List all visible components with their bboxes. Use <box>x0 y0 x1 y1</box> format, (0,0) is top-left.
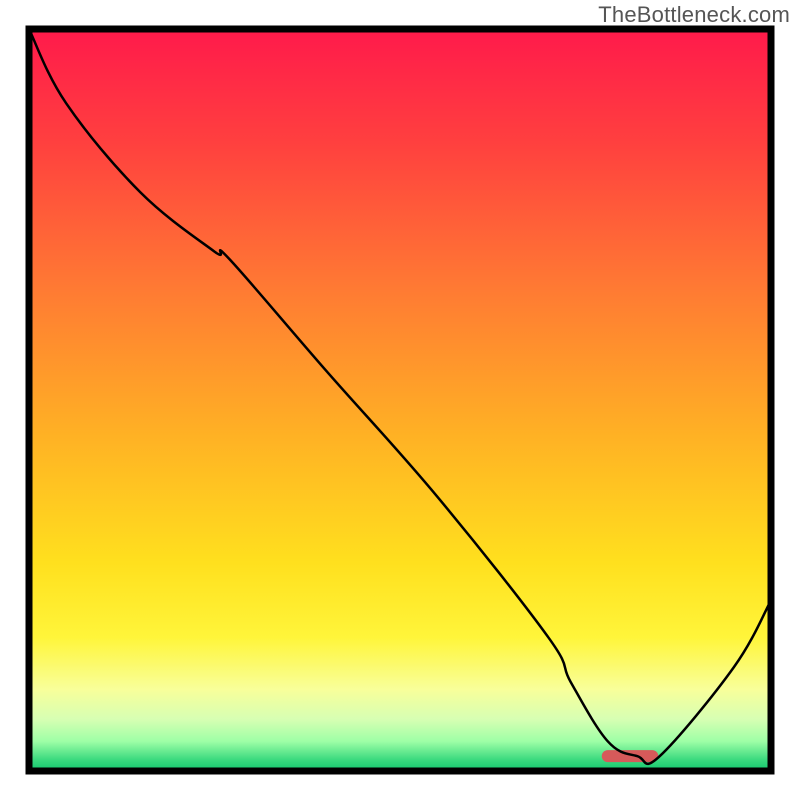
bottleneck-chart <box>25 25 775 775</box>
plot-background <box>29 29 771 771</box>
